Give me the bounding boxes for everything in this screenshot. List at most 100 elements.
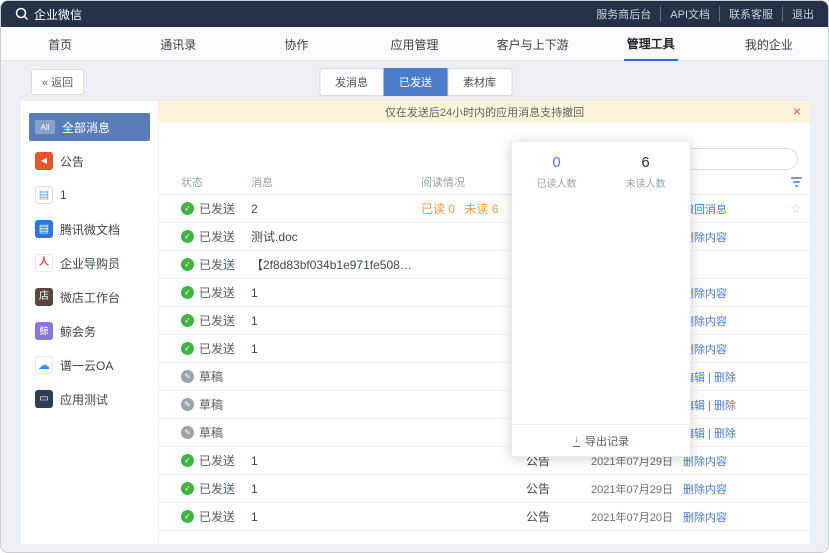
- nav-item-customers[interactable]: 客户与上下游: [474, 27, 592, 60]
- back-button[interactable]: « 返回: [31, 69, 84, 95]
- sidebar-item-whale-meeting[interactable]: 鲸 鲸会务: [29, 317, 150, 345]
- brand-name: 企业微信: [34, 6, 82, 23]
- draft-status-icon: ✎: [181, 370, 194, 383]
- notice-text: 仅在发送后24小时内的应用消息支持撤回: [385, 104, 584, 120]
- status-cell: ✎ 草稿: [181, 424, 251, 441]
- type-cell: 公告: [526, 508, 591, 525]
- sent-status-icon: ✓: [181, 258, 194, 271]
- main-nav: 首页 通讯录 协作 应用管理 客户与上下游 管理工具 我的企业: [1, 27, 828, 61]
- message-cell: 1: [251, 342, 421, 356]
- app-sidebar: All 全部消息 ◀ 公告 ▤ 1 ▤ 腾讯微文档 人 企业导购员: [21, 101, 159, 544]
- delete-content-link[interactable]: 删除内容: [683, 509, 783, 525]
- read-count-link[interactable]: 已读 0: [421, 202, 455, 216]
- wecom-logo-icon: [15, 7, 29, 21]
- sidebar-item-announcement[interactable]: ◀ 公告: [29, 147, 150, 175]
- sent-status-icon: ✓: [181, 230, 194, 243]
- link-api-docs[interactable]: API文档: [660, 6, 710, 22]
- unread-count-label: 未读人数: [601, 175, 690, 190]
- table-row: ✓ 已发送 1 公告 2021年07月29日 删除内容: [159, 447, 810, 475]
- table-row: ✎ 草稿 编辑 | 删除: [159, 419, 810, 447]
- status-text: 已发送: [199, 200, 235, 217]
- message-cell: 1: [251, 286, 421, 300]
- filter-icon[interactable]: [789, 177, 803, 187]
- status-text: 已发送: [199, 452, 235, 469]
- sidebar-item-label: 1: [60, 188, 67, 202]
- sidebar-item-microshop-workbench[interactable]: 店 微店工作台: [29, 283, 150, 311]
- table-row: ✓ 已发送 2 已读 0 未读 6 撤回消息 ☆: [159, 195, 810, 223]
- message-cell: 1: [251, 454, 421, 468]
- edit-delete-links[interactable]: 编辑 | 删除: [683, 397, 783, 413]
- tab-send-message[interactable]: 发消息: [319, 68, 384, 96]
- sidebar-item-tencent-docs[interactable]: ▤ 腾讯微文档: [29, 215, 150, 243]
- date-cell: 2021年07月20日: [591, 509, 683, 525]
- delete-content-link[interactable]: 删除内容: [683, 229, 783, 245]
- status-cell: ✓ 已发送: [181, 508, 251, 525]
- sidebar-item-app-1[interactable]: ▤ 1: [29, 181, 150, 209]
- sidebar-item-label: 微店工作台: [60, 289, 120, 306]
- nav-item-home[interactable]: 首页: [1, 27, 119, 60]
- header-filter-cell: [783, 177, 809, 187]
- unread-count: 6: [601, 154, 690, 172]
- default-app-icon: ▤: [35, 186, 53, 204]
- edit-delete-links[interactable]: 编辑 | 删除: [683, 425, 783, 441]
- nav-label: 协作: [281, 28, 311, 60]
- close-icon[interactable]: ×: [793, 104, 801, 118]
- search-row: [171, 148, 798, 170]
- export-records-label: 导出记录: [585, 433, 629, 449]
- message-tabs: 发消息 已发送 素材库: [319, 68, 512, 96]
- table-row: ✓ 已发送 1 删除内容: [159, 335, 810, 363]
- nav-item-admin-tools[interactable]: 管理工具: [592, 27, 710, 60]
- status-text: 已发送: [199, 340, 235, 357]
- delete-content-link[interactable]: 删除内容: [683, 285, 783, 301]
- status-cell: ✓ 已发送: [181, 228, 251, 245]
- delete-content-link[interactable]: 删除内容: [683, 481, 783, 497]
- sent-status-icon: ✓: [181, 202, 194, 215]
- table-row: ✎ 草稿 编辑 | 删除: [159, 363, 810, 391]
- sent-status-icon: ✓: [181, 454, 194, 467]
- message-cell: 2: [251, 202, 421, 216]
- delete-content-link[interactable]: 删除内容: [683, 453, 783, 469]
- nav-item-app-management[interactable]: 应用管理: [355, 27, 473, 60]
- table-row: ✓ 已发送 1 公告 2021年07月29日 删除内容: [159, 475, 810, 503]
- nav-item-contacts[interactable]: 通讯录: [119, 27, 237, 60]
- document-icon: ▤: [35, 220, 53, 238]
- link-logout[interactable]: 退出: [782, 6, 814, 22]
- message-list-area: 仅在发送后24小时内的应用消息支持撤回 × 状态 消息 阅读情况: [159, 101, 810, 544]
- tab-material-library[interactable]: 素材库: [447, 68, 512, 96]
- star-icon[interactable]: ☆: [790, 202, 802, 215]
- status-cell: ✓ 已发送: [181, 312, 251, 329]
- link-contact-support[interactable]: 联系客服: [719, 6, 773, 22]
- status-text: 草稿: [199, 368, 223, 385]
- main-panel: All 全部消息 ◀ 公告 ▤ 1 ▤ 腾讯微文档 人 企业导购员: [21, 101, 810, 544]
- status-cell: ✓ 已发送: [181, 340, 251, 357]
- nav-label: 管理工具: [624, 27, 678, 61]
- nav-item-my-company[interactable]: 我的企业: [710, 27, 828, 60]
- nav-label: 应用管理: [387, 28, 441, 60]
- status-text: 已发送: [199, 256, 235, 273]
- delete-content-link[interactable]: 删除内容: [683, 313, 783, 329]
- nav-item-collaboration[interactable]: 协作: [237, 27, 355, 60]
- type-cell: 公告: [526, 480, 591, 497]
- export-records-button[interactable]: ↓ 导出记录: [512, 424, 690, 456]
- sidebar-item-shopping-guide[interactable]: 人 企业导购员: [29, 249, 150, 277]
- table-row: ✓ 已发送 【2f8d83bf034b1e971fe5083eea...: [159, 251, 810, 279]
- tab-sent[interactable]: 已发送: [383, 68, 448, 96]
- toolbar: « 返回 发消息 已发送 素材库: [21, 67, 810, 97]
- sidebar-item-app-test[interactable]: ▭ 应用测试: [29, 385, 150, 413]
- sidebar-item-all-messages[interactable]: All 全部消息: [29, 113, 150, 141]
- whale-icon: 鲸: [35, 322, 53, 340]
- edit-delete-links[interactable]: 编辑 | 删除: [683, 369, 783, 385]
- status-text: 已发送: [199, 312, 235, 329]
- sidebar-item-label: 应用测试: [60, 391, 108, 408]
- link-provider-console[interactable]: 服务商后台: [596, 6, 651, 22]
- table-row: ✓ 已发送 1 公告 2021年07月20日 删除内容: [159, 503, 810, 531]
- delete-content-link[interactable]: 删除内容: [683, 341, 783, 357]
- unread-count-link[interactable]: 未读 6: [464, 202, 498, 216]
- read-count: 0: [512, 154, 601, 172]
- monitor-icon: ▭: [35, 390, 53, 408]
- table-header-row: 状态 消息 阅读情况: [159, 170, 810, 195]
- recall-message-link[interactable]: 撤回消息: [683, 201, 783, 217]
- sidebar-item-cloud-oa[interactable]: ☁ 谱一云OA: [29, 351, 150, 379]
- header-status: 状态: [181, 174, 251, 190]
- sent-status-icon: ✓: [181, 286, 194, 299]
